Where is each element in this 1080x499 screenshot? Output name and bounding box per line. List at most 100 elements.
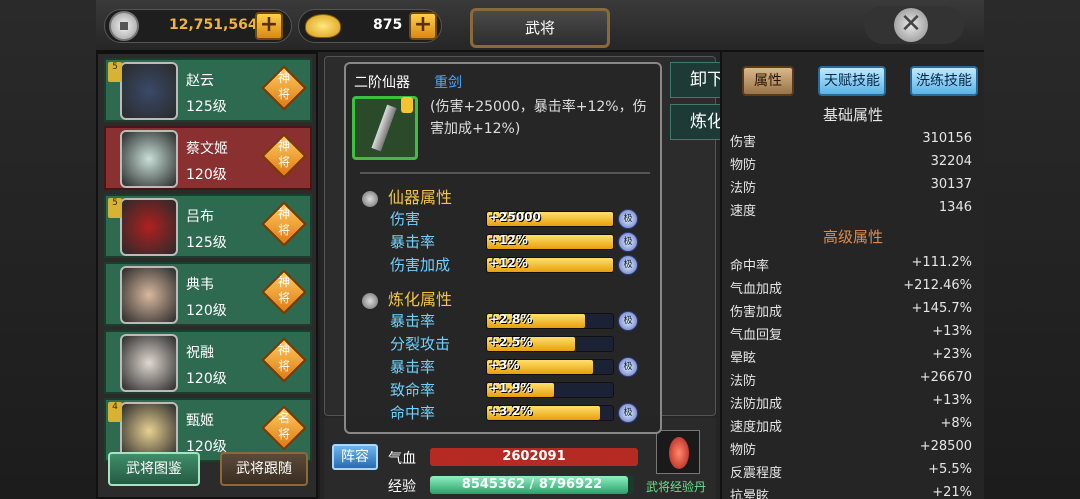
max-star-icon: 极: [618, 255, 638, 275]
rank-badge: 神将: [261, 201, 307, 247]
attribute-name: 晕眩: [730, 351, 757, 366]
hero-card[interactable]: 祝融 120级 神将: [104, 330, 312, 394]
item-description: (伤害+25000，暴击率+12%，伤害加成+12%): [430, 99, 647, 137]
item-name: 重剑: [434, 75, 462, 91]
immortal-attr-heading: 仙器属性: [362, 184, 452, 208]
hero-level: 120级: [186, 167, 227, 183]
attribute-name: 速度: [730, 204, 757, 219]
gold-amount: 875: [373, 17, 403, 33]
attribute-row: 物防 32204: [730, 151, 972, 173]
attribute-value: +5.5%: [928, 462, 972, 477]
stat-bar: +25000: [486, 210, 614, 227]
lock-icon: [401, 97, 413, 113]
attribute-name: 反震程度: [730, 466, 783, 481]
attribute-row: 抗晕眩 +21%: [730, 482, 972, 499]
rank-badge: 名将: [261, 405, 307, 451]
page-title: 武将: [470, 8, 610, 48]
hero-name: 蔡文姬: [186, 141, 228, 157]
rank-badge: 神将: [261, 133, 307, 179]
attribute-value: +26670: [919, 370, 972, 385]
stat-row: 暴击率 +12% 极: [390, 231, 652, 253]
max-star-icon: 极: [618, 232, 638, 252]
attribute-value: 32204: [930, 154, 972, 169]
stat-value: +3.2%: [489, 404, 533, 418]
attribute-name: 物防: [730, 158, 757, 173]
attribute-value: 30137: [930, 177, 972, 192]
rank-text: 神将: [277, 139, 290, 169]
rank-text: 神将: [277, 207, 290, 237]
exp-label: 经验: [388, 479, 416, 495]
attribute-name: 法防: [730, 181, 757, 196]
hero-card[interactable]: 典韦 120级 神将: [104, 262, 312, 326]
stat-bar: +12%: [486, 233, 614, 250]
stat-label: 暴击率: [390, 358, 436, 376]
add-gold-button[interactable]: +: [409, 12, 437, 40]
stat-label: 命中率: [390, 404, 436, 422]
star-badge: 4: [108, 402, 122, 422]
rank-badge: 神将: [261, 269, 307, 315]
attribute-value: +21%: [932, 485, 972, 499]
bullet-icon: [362, 292, 378, 309]
greatsword-icon: [371, 104, 397, 152]
hp-label: 气血: [388, 451, 416, 467]
attribute-name: 抗晕眩: [730, 489, 770, 499]
hero-card[interactable]: 蔡文姬 120级 神将: [104, 126, 312, 190]
hero-avatar: [120, 62, 178, 120]
hero-gallery-button[interactable]: 武将图鉴: [108, 452, 200, 486]
hero-list-panel: 5 赵云 125级 神将 蔡文姬 120级 神将 5 吕布 125级 神将 典韦 120级 神将 祝融 120…: [96, 52, 318, 499]
stat-label: 分裂攻击: [390, 335, 451, 353]
hero-follow-button[interactable]: 武将跟随: [220, 452, 308, 486]
attribute-row: 伤害 310156: [730, 128, 972, 150]
gold-ingot-icon: [305, 14, 341, 38]
immortal-attr-title: 仙器属性: [388, 188, 453, 207]
hero-avatar: [120, 198, 178, 256]
hero-card[interactable]: 5 吕布 125级 神将: [104, 194, 312, 258]
close-button-frame: ✕: [864, 6, 964, 44]
stat-bar: +3.2%: [486, 404, 614, 421]
hero-level: 120级: [186, 371, 227, 387]
exp-potion-label[interactable]: 武将经验丹: [646, 478, 706, 495]
silver-counter: 12,751,564 +: [104, 9, 292, 43]
attribute-name: 气血回复: [730, 328, 783, 343]
attribute-row: 速度 1346: [730, 197, 972, 219]
attribute-name: 伤害加成: [730, 305, 783, 320]
tab-talent-skills[interactable]: 天赋技能: [818, 66, 886, 96]
star-badge: 5: [108, 198, 122, 218]
stat-bar: +3%: [486, 358, 614, 375]
hero-level: 125级: [186, 235, 227, 251]
tab-attributes[interactable]: 属性: [742, 66, 794, 96]
stat-row: 伤害加成 +12% 极: [390, 254, 652, 276]
attribute-name: 命中率: [730, 259, 770, 274]
add-silver-button[interactable]: +: [255, 12, 283, 40]
stat-row: 暴击率 +2.8% 极: [390, 310, 652, 332]
attribute-name: 法防: [730, 374, 757, 389]
exp-bar: 8545362 / 8796922: [430, 476, 634, 494]
lineup-button[interactable]: 阵容: [332, 444, 378, 470]
star-badge: 5: [108, 62, 122, 82]
attribute-name: 物防: [730, 443, 757, 458]
attribute-row: 法防 30137: [730, 174, 972, 196]
attribute-value: +212.46%: [903, 278, 972, 293]
attribute-row: 法防 +26670: [730, 367, 972, 389]
stat-value: +25000: [489, 210, 541, 224]
attribute-name: 速度加成: [730, 420, 783, 435]
hero-card[interactable]: 5 赵云 125级 神将: [104, 58, 312, 122]
tab-refine-skills[interactable]: 洗练技能: [910, 66, 978, 96]
hero-level: 120级: [186, 303, 227, 319]
stat-value: +3%: [489, 358, 520, 372]
stat-label: 伤害加成: [390, 256, 451, 274]
equipment-slot-gem[interactable]: [656, 430, 700, 474]
stat-value: +2.5%: [489, 335, 533, 349]
stat-row: 命中率 +3.2% 极: [390, 402, 652, 424]
attribute-row: 气血加成 +212.46%: [730, 275, 972, 297]
stat-label: 伤害: [390, 210, 421, 228]
game-screen: 12,751,564 + 875 + 武将 ✕ 5 赵云 125级 神将蔡文姬 120级…: [0, 0, 1080, 499]
close-icon[interactable]: ✕: [894, 8, 928, 42]
attribute-row: 命中率 +111.2%: [730, 252, 972, 274]
stat-bar: +2.8%: [486, 312, 614, 329]
attribute-row: 气血回复 +13%: [730, 321, 972, 343]
attribute-name: 气血加成: [730, 282, 783, 297]
stat-row: 暴击率 +3% 极: [390, 356, 652, 378]
refine-attr-heading: 炼化属性: [362, 286, 452, 310]
rank-text: 神将: [277, 343, 290, 373]
